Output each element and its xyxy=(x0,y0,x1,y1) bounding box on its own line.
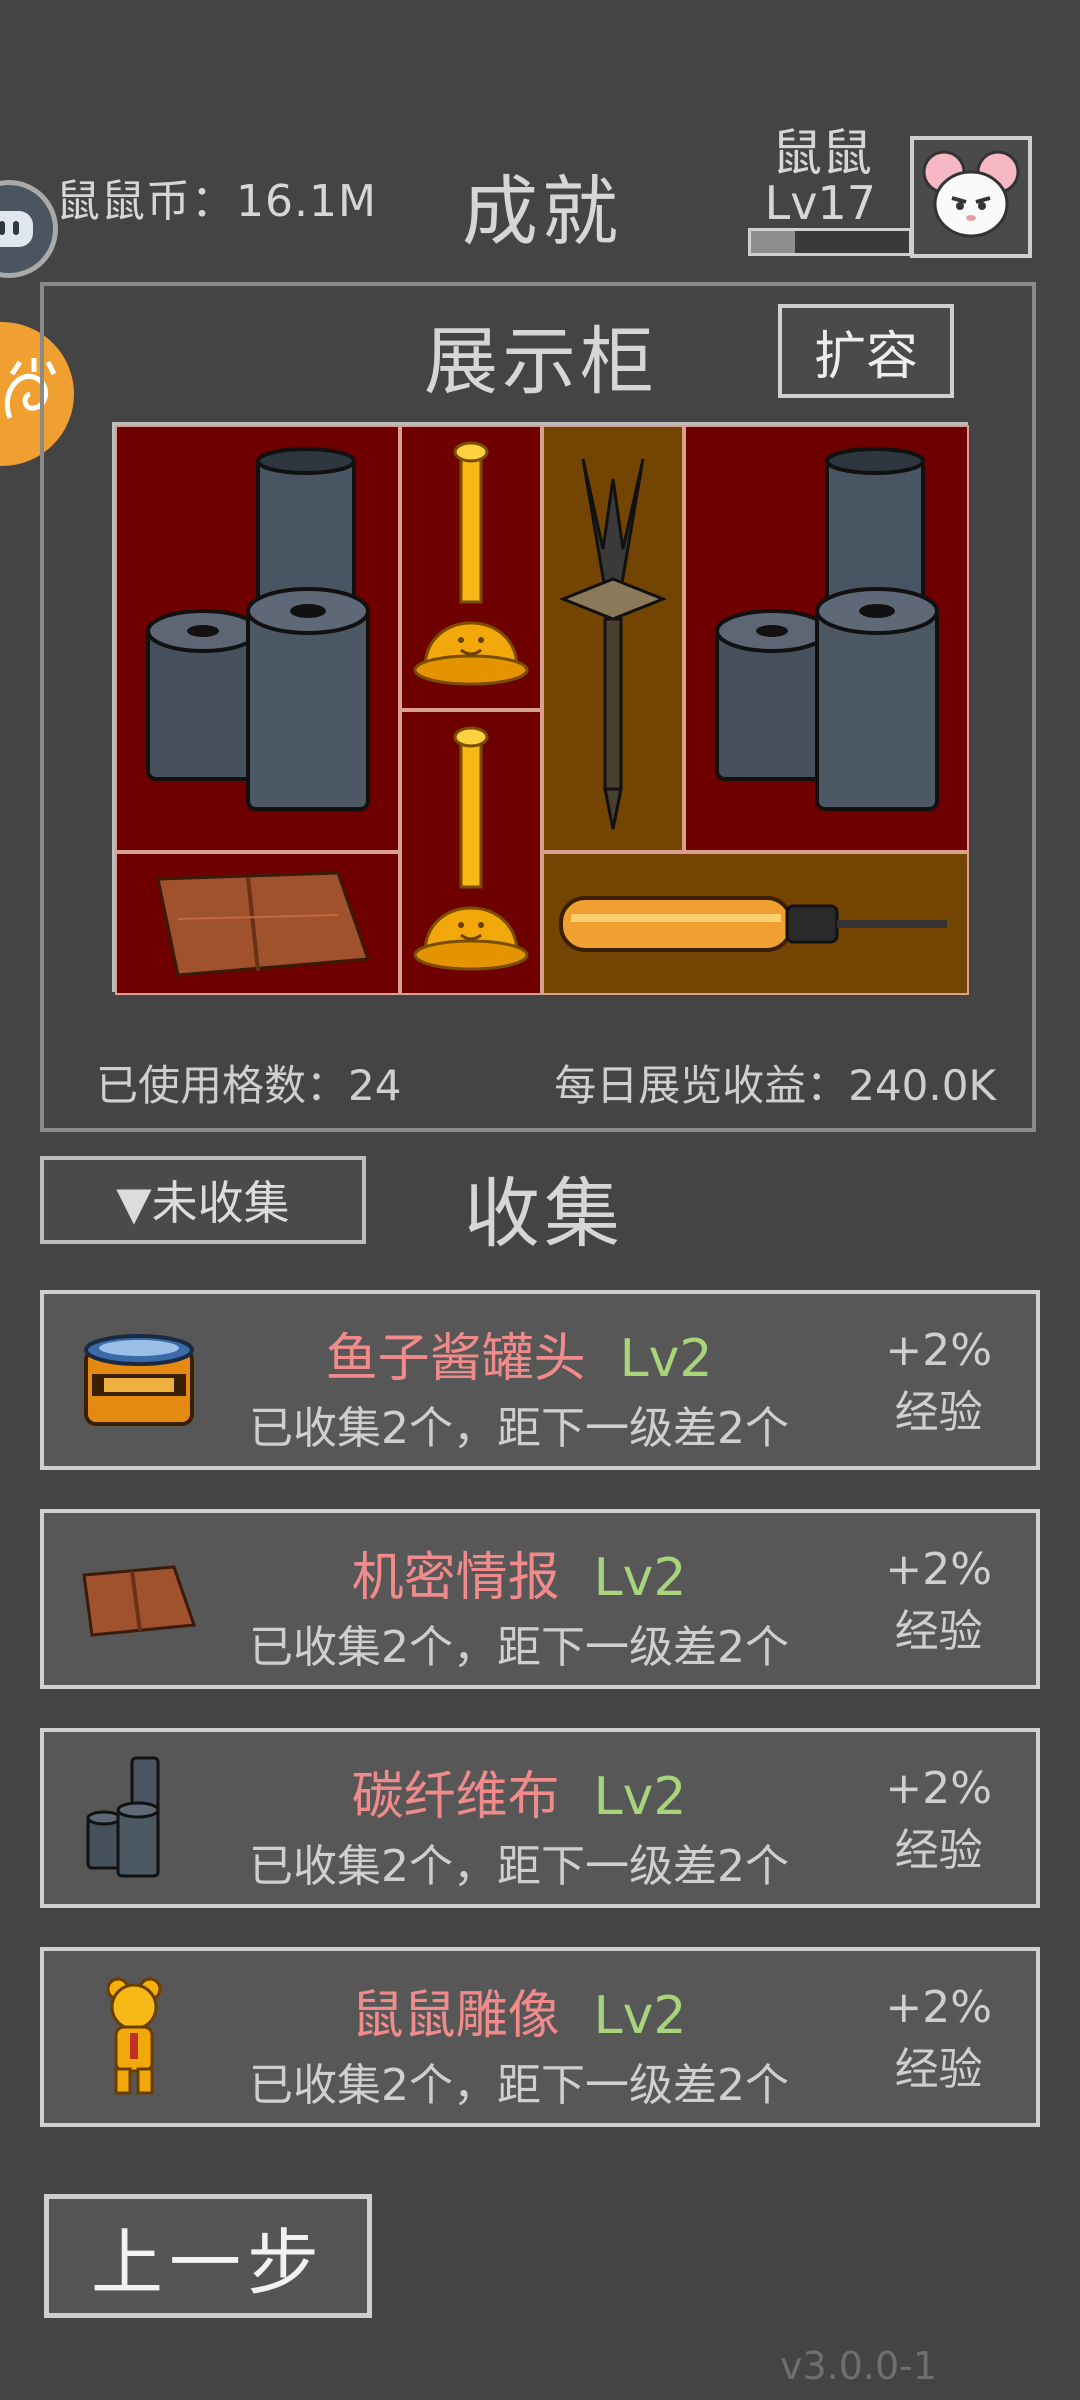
collection-title: 收集 xyxy=(464,1169,624,1258)
item-bonus: +2% 经验 xyxy=(885,1539,992,1662)
golden-trophy-icon xyxy=(413,726,529,970)
cabinet-slot[interactable] xyxy=(115,852,400,995)
uncollected-filter-button[interactable]: ▼未收集 xyxy=(40,1156,366,1244)
item-progress: 已收集2个，距下一级差2个 xyxy=(249,1403,789,1454)
version-label: v3.0.0-1 xyxy=(780,2344,938,2388)
coin-balance: 鼠鼠币：16.1M xyxy=(56,176,377,227)
xp-progress-fill xyxy=(751,231,796,253)
cabinet-grid xyxy=(112,422,969,995)
screwdriver-icon xyxy=(558,895,947,952)
item-title: 鱼子酱罐头 Lv2 xyxy=(194,1316,844,1391)
item-progress: 已收集2个，距下一级差2个 xyxy=(249,1622,789,1673)
user-level: Lv17 xyxy=(764,176,876,230)
user-name: 鼠鼠 xyxy=(772,124,872,182)
bonus-type: 经验 xyxy=(894,1605,983,1657)
cabinet-slot[interactable] xyxy=(400,425,542,710)
cabinet-slot[interactable] xyxy=(684,425,969,852)
item-level: Lv2 xyxy=(593,1767,687,1827)
folder-icon xyxy=(155,870,370,977)
collection-item[interactable]: 鼠鼠雕像 Lv2 已收集2个，距下一级差2个 +2% 经验 xyxy=(40,1947,1040,2127)
bonus-type: 经验 xyxy=(894,1386,983,1438)
bonus-value: +2% xyxy=(885,1763,992,1814)
xp-progress-bar xyxy=(748,228,912,256)
item-title: 鼠鼠雕像 Lv2 xyxy=(194,1973,844,2048)
item-level: Lv2 xyxy=(619,1329,713,1389)
item-bonus: +2% 经验 xyxy=(885,1758,992,1881)
bonus-type: 经验 xyxy=(894,2043,983,2095)
used-slots: 已使用格数：24 xyxy=(96,1061,402,1110)
carbon-fiber-rolls-icon xyxy=(714,446,939,811)
caviar-can-icon xyxy=(84,1334,194,1426)
cabinet-slot[interactable] xyxy=(400,710,542,995)
cabinet-slot[interactable] xyxy=(542,852,969,995)
carbon-fiber-rolls-icon xyxy=(86,1756,160,1878)
item-bonus: +2% 经验 xyxy=(885,1977,992,2100)
item-progress: 已收集2个，距下一级差2个 xyxy=(249,1841,789,1892)
chat-bubble-button[interactable] xyxy=(0,180,58,278)
item-bonus: +2% 经验 xyxy=(885,1320,992,1443)
bonus-value: +2% xyxy=(885,1325,992,1376)
bonus-value: +2% xyxy=(885,1544,992,1595)
bonus-value: +2% xyxy=(885,1982,992,2033)
mouse-avatar-icon xyxy=(922,150,1020,238)
cabinet-title: 展示柜 xyxy=(424,319,658,405)
cabinet-slot[interactable] xyxy=(115,425,400,852)
collection-item[interactable]: 机密情报 Lv2 已收集2个，距下一级差2个 +2% 经验 xyxy=(40,1509,1040,1689)
mouse-statue-icon xyxy=(106,1977,162,2095)
back-button[interactable]: 上一步 xyxy=(44,2194,372,2318)
avatar[interactable] xyxy=(910,136,1032,258)
item-title: 机密情报 Lv2 xyxy=(194,1535,844,1610)
item-progress: 已收集2个，距下一级差2个 xyxy=(249,2060,789,2111)
page-title: 成就 xyxy=(462,167,622,256)
folder-icon xyxy=(82,1565,197,1637)
expand-button[interactable]: 扩容 xyxy=(778,304,954,398)
bonus-type: 经验 xyxy=(894,1824,983,1876)
item-name: 机密情报 xyxy=(351,1548,560,1608)
chat-icon xyxy=(0,211,33,247)
collection-item[interactable]: 鱼子酱罐头 Lv2 已收集2个，距下一级差2个 +2% 经验 xyxy=(40,1290,1040,1470)
item-name: 碳纤维布 xyxy=(351,1767,560,1827)
carbon-fiber-rolls-icon xyxy=(145,446,370,811)
dagger-icon xyxy=(558,458,668,829)
golden-trophy-icon xyxy=(413,441,529,685)
item-title: 碳纤维布 Lv2 xyxy=(194,1754,844,1829)
collection-item[interactable]: 碳纤维布 Lv2 已收集2个，距下一级差2个 +2% 经验 xyxy=(40,1728,1040,1908)
item-name: 鼠鼠雕像 xyxy=(351,1986,560,2046)
item-name: 鱼子酱罐头 xyxy=(325,1329,586,1389)
daily-income: 每日展览收益：240.0K xyxy=(554,1061,996,1110)
cabinet-stats: 已使用格数：24 每日展览收益：240.0K xyxy=(96,1052,996,1113)
cabinet-slot[interactable] xyxy=(542,425,684,852)
item-level: Lv2 xyxy=(593,1986,687,2046)
item-level: Lv2 xyxy=(593,1548,687,1608)
